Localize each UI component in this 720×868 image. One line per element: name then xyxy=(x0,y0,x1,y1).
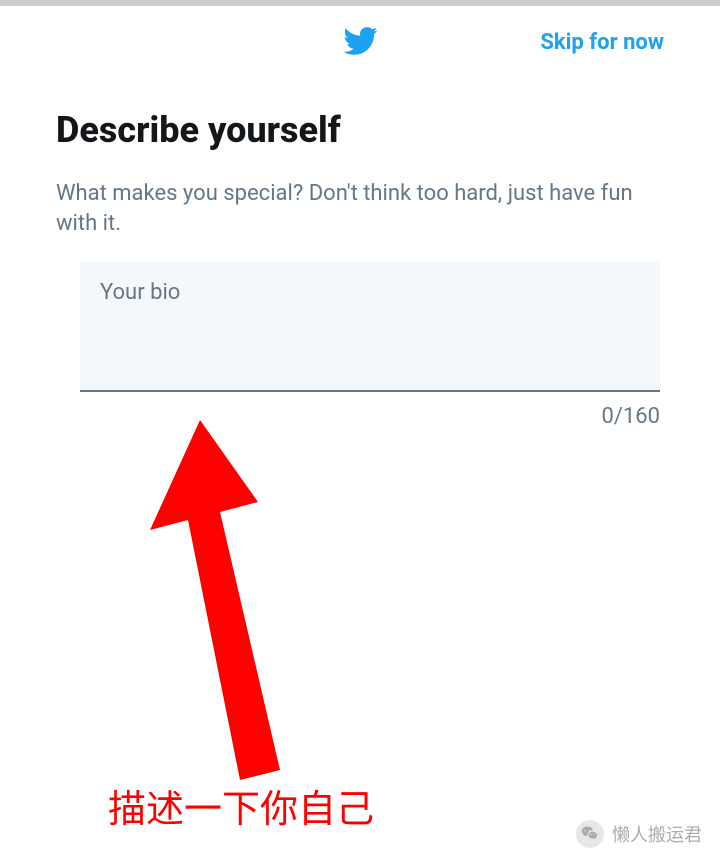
annotation-arrow-icon xyxy=(140,420,300,780)
twitter-bird-icon xyxy=(342,23,378,63)
bio-textarea[interactable]: Your bio xyxy=(80,262,660,392)
bio-placeholder-label: Your bio xyxy=(100,280,640,305)
page-subtitle: What makes you special? Don't think too … xyxy=(56,179,664,238)
main-content: Describe yourself What makes you special… xyxy=(0,79,720,429)
watermark-text: 懒人搬运君 xyxy=(612,821,702,847)
wechat-icon xyxy=(576,820,604,848)
watermark: 懒人搬运君 xyxy=(576,820,702,848)
header: Skip for now xyxy=(0,6,720,79)
skip-for-now-link[interactable]: Skip for now xyxy=(540,30,664,55)
page-title: Describe yourself xyxy=(56,109,664,151)
annotation-text: 描述一下你自己 xyxy=(108,778,374,833)
character-count: 0/160 xyxy=(80,404,660,429)
